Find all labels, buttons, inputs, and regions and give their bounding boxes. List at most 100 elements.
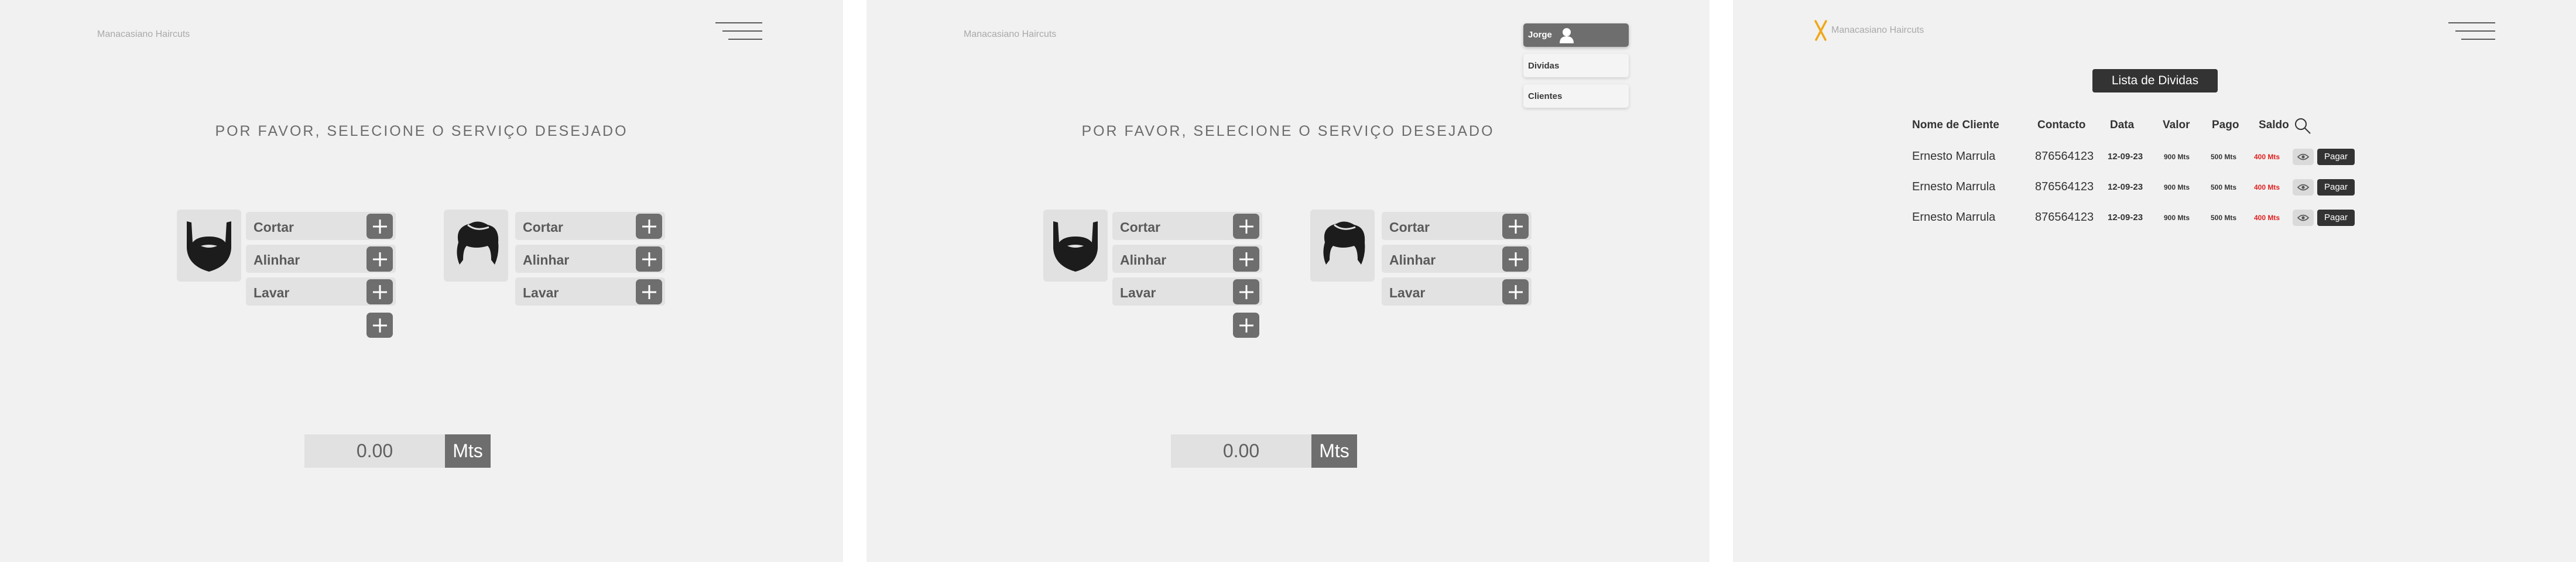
- column-header-balance: Saldo: [2259, 119, 2289, 131]
- service-hair-alinhar[interactable]: Alinhar: [1382, 245, 1532, 273]
- currency-label: Mts: [1311, 434, 1357, 468]
- plus-icon[interactable]: [1502, 214, 1529, 239]
- service-beard-alinhar[interactable]: Alinhar: [246, 245, 396, 273]
- service-label: Cortar: [1389, 220, 1430, 235]
- total-value: 0.00: [356, 440, 393, 461]
- brand-name: Manacasiano Haircuts: [97, 29, 190, 39]
- service-label: Cortar: [523, 220, 564, 235]
- pay-button[interactable]: Pagar: [2317, 210, 2355, 226]
- plus-icon[interactable]: [366, 214, 393, 239]
- cell-date: 12-09-23: [2108, 213, 2143, 222]
- cell-paid: 500 Mts: [2211, 153, 2237, 161]
- plus-icon[interactable]: [1502, 246, 1529, 272]
- cell-balance: 400 Mts: [2254, 214, 2280, 222]
- view-button[interactable]: [2293, 210, 2314, 226]
- plus-icon[interactable]: [636, 246, 662, 272]
- cell-paid: 500 Mts: [2211, 183, 2237, 191]
- plus-icon[interactable]: [1233, 214, 1259, 239]
- service-label: Lavar: [1120, 285, 1156, 300]
- plus-icon[interactable]: [636, 214, 662, 239]
- pay-button[interactable]: Pagar: [2317, 179, 2355, 196]
- add-service-button[interactable]: [1233, 313, 1259, 338]
- currency-label: Mts: [445, 434, 491, 468]
- beard-icon: [1043, 210, 1108, 282]
- view-button[interactable]: [2293, 149, 2314, 165]
- cell-name: Ernesto Marrula: [1912, 180, 1996, 193]
- scissors-icon: [1814, 20, 1827, 41]
- menu-item-label: Clientes: [1528, 91, 1563, 101]
- column-header-date: Data: [2110, 119, 2135, 131]
- cell-balance: 400 Mts: [2254, 153, 2280, 161]
- cell-balance: 400 Mts: [2254, 183, 2280, 191]
- service-beard-cortar[interactable]: Cortar: [1112, 212, 1262, 240]
- hair-icon: [1310, 210, 1375, 282]
- total-display: 0.00: [1171, 434, 1311, 468]
- cell-paid: 500 Mts: [2211, 214, 2237, 222]
- service-label: Lavar: [1389, 285, 1426, 300]
- plus-icon[interactable]: [1233, 279, 1259, 304]
- service-label: Alinhar: [1120, 252, 1167, 268]
- service-prompt: POR FAVOR, SELECIONE O SERVIÇO DESEJADO: [1081, 123, 1495, 139]
- cell-date: 12-09-23: [2108, 182, 2143, 192]
- brand-name: Manacasiano Haircuts: [1831, 25, 1924, 35]
- brand-name: Manacasiano Haircuts: [964, 29, 1057, 39]
- service-hair-lavar[interactable]: Lavar: [1382, 277, 1532, 306]
- cell-contact: 876564123: [2035, 180, 2094, 193]
- hair-icon: [444, 210, 508, 282]
- cell-value: 900 Mts: [2164, 183, 2190, 191]
- service-label: Cortar: [254, 220, 294, 235]
- service-hair-alinhar[interactable]: Alinhar: [515, 245, 665, 273]
- service-beard-cortar[interactable]: Cortar: [246, 212, 396, 240]
- plus-icon[interactable]: [1233, 246, 1259, 272]
- beard-icon: [177, 210, 241, 282]
- plus-icon[interactable]: [366, 246, 393, 272]
- menu-item-clientes[interactable]: Clientes: [1523, 84, 1629, 108]
- user-name: Jorge: [1528, 30, 1552, 40]
- page-title: Lista de Dividas: [2092, 69, 2218, 92]
- user-menu-button[interactable]: Jorge: [1523, 23, 1629, 47]
- plus-icon[interactable]: [366, 279, 393, 304]
- add-service-button[interactable]: [366, 313, 393, 338]
- cell-name: Ernesto Marrula: [1912, 211, 1996, 224]
- service-label: Lavar: [254, 285, 290, 300]
- eye-icon: [2297, 184, 2309, 191]
- pay-button[interactable]: Pagar: [2317, 149, 2355, 165]
- service-beard-lavar[interactable]: Lavar: [246, 277, 396, 306]
- view-button[interactable]: [2293, 179, 2314, 196]
- menu-icon[interactable]: [2448, 22, 2495, 42]
- menu-icon[interactable]: [715, 22, 762, 42]
- eye-icon: [2297, 153, 2309, 160]
- service-label: Alinhar: [523, 252, 570, 268]
- user-icon: [1560, 28, 1574, 43]
- debt-list-screen: Manacasiano Haircuts Lista de Dividas No…: [1733, 0, 2576, 562]
- cell-date: 12-09-23: [2108, 152, 2143, 162]
- column-header-name: Nome de Cliente: [1912, 119, 1999, 131]
- plus-icon[interactable]: [636, 279, 662, 304]
- service-label: Alinhar: [1389, 252, 1436, 268]
- column-header-contact: Contacto: [2037, 119, 2086, 131]
- cell-contact: 876564123: [2035, 211, 2094, 224]
- service-hair-cortar[interactable]: Cortar: [1382, 212, 1532, 240]
- service-beard-alinhar[interactable]: Alinhar: [1112, 245, 1262, 273]
- service-label: Alinhar: [254, 252, 300, 268]
- service-label: Cortar: [1120, 220, 1161, 235]
- cell-contact: 876564123: [2035, 150, 2094, 163]
- service-label: Lavar: [523, 285, 559, 300]
- service-hair-lavar[interactable]: Lavar: [515, 277, 665, 306]
- plus-icon[interactable]: [1502, 279, 1529, 304]
- search-icon[interactable]: [2294, 117, 2311, 135]
- column-header-paid: Pago: [2212, 119, 2239, 131]
- cell-value: 900 Mts: [2164, 153, 2190, 161]
- menu-item-label: Dividas: [1528, 61, 1560, 71]
- service-selection-screen: Manacasiano Haircuts POR FAVOR, SELECION…: [0, 0, 843, 562]
- cell-value: 900 Mts: [2164, 214, 2190, 222]
- total-display: 0.00: [304, 434, 445, 468]
- cell-name: Ernesto Marrula: [1912, 150, 1996, 163]
- menu-item-dividas[interactable]: Dividas: [1523, 54, 1629, 77]
- service-hair-cortar[interactable]: Cortar: [515, 212, 665, 240]
- total-value: 0.00: [1222, 440, 1260, 461]
- service-beard-lavar[interactable]: Lavar: [1112, 277, 1262, 306]
- service-selection-menu-open-screen: Manacasiano Haircuts POR FAVOR, SELECION…: [866, 0, 1710, 562]
- service-prompt: POR FAVOR, SELECIONE O SERVIÇO DESEJADO: [215, 123, 628, 139]
- column-header-value: Valor: [2163, 119, 2190, 131]
